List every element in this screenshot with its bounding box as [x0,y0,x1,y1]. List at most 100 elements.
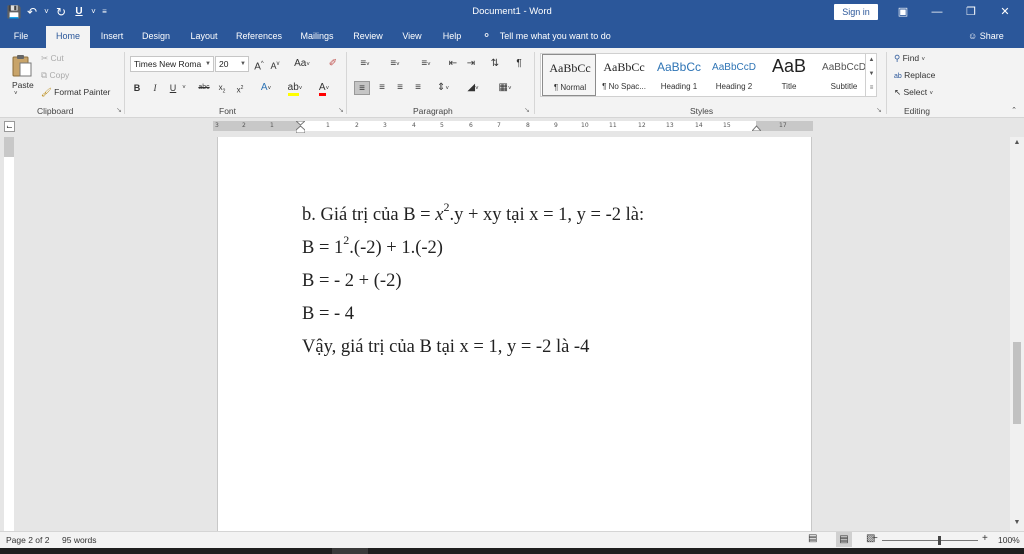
indent-marker-icon[interactable] [296,121,305,133]
underline-icon[interactable]: U [168,81,178,95]
share-button[interactable]: ☺ Share [968,25,1004,48]
scroll-up-icon[interactable]: ▲ [1010,139,1024,146]
decrease-indent-icon[interactable]: ⇤ [446,57,460,71]
restore-icon[interactable]: ❐ [956,2,986,22]
zoom-level[interactable]: 100% [998,535,1020,545]
superscript-icon[interactable]: x2 [234,81,246,95]
italic-icon[interactable]: I [150,81,160,95]
style-title[interactable]: AaB Title [762,54,816,96]
ribbon-tabs: File Home Insert Design Layout Reference… [0,25,1024,48]
styles-launcher-icon[interactable]: ↘ [876,107,884,115]
style-heading-1[interactable]: AaBbCc Heading 1 [652,54,706,96]
subscript-icon[interactable]: x2 [216,81,228,95]
styles-scroll[interactable]: ▲ ▼ ≡ [865,53,877,97]
multilevel-list-icon[interactable]: ≡˅ [414,57,438,71]
zoom-slider-track[interactable] [882,540,978,541]
tab-design[interactable]: Design [138,25,174,48]
zoom-out-button[interactable]: − [872,533,878,544]
minimize-icon[interactable]: — [922,2,952,22]
taskbar [0,548,1024,554]
zoom-in-button[interactable]: + [982,533,988,544]
align-left-icon[interactable]: ≡ [354,81,370,95]
show-formatting-icon[interactable]: ¶ [512,57,526,71]
sort-icon[interactable]: ⇅ [488,57,502,71]
tab-insert[interactable]: Insert [96,25,128,48]
font-size-dropdown[interactable]: 20 ▼ [215,56,249,72]
scroll-down-icon[interactable]: ▼ [1010,519,1024,526]
bold-icon[interactable]: B [132,81,142,95]
style-subtitle[interactable]: AaBbCcD Subtitle [817,54,871,96]
shading-icon[interactable]: ◢˅ [462,81,484,95]
bullets-icon[interactable]: ≡˅ [354,57,376,71]
style-name: Subtitle [830,82,858,91]
horizontal-ruler[interactable]: 3 2 1 1 2 3 4 5 6 7 8 9 10 11 12 13 14 1… [213,121,813,133]
page-count[interactable]: Page 2 of 2 [6,535,49,545]
taskbar-active-item[interactable] [332,548,368,554]
zoom-slider-thumb[interactable] [938,536,941,545]
justify-icon[interactable]: ≡ [410,81,426,95]
tab-layout[interactable]: Layout [186,25,222,48]
paragraph-launcher-icon[interactable]: ↘ [524,107,532,115]
shrink-font-icon[interactable]: Av [268,57,282,71]
increase-indent-icon[interactable]: ⇥ [464,57,478,71]
highlight-icon[interactable]: ab˅ [284,81,306,96]
scroll-thumb[interactable] [1013,342,1021,424]
font-family-dropdown[interactable]: Times New Roma ▼ [130,56,214,72]
paintbrush-icon: 🖌 [41,87,52,97]
chevron-up-icon[interactable]: ▲ [866,53,877,67]
tab-file[interactable]: File [6,25,36,48]
paste-button-label[interactable]: Paste [12,80,34,90]
select-button[interactable]: ↖ Select ˅ [894,87,933,98]
numbering-icon[interactable]: ≡˅ [384,57,406,71]
clipboard-launcher-icon[interactable]: ↘ [116,107,124,115]
line-spacing-icon[interactable]: ⇕˅ [432,81,454,95]
grow-font-icon[interactable]: A^ [252,57,266,72]
chevron-down-icon[interactable]: ▼ [866,67,877,81]
tab-selector-icon[interactable]: ⌙ [4,121,15,132]
collapse-ribbon-icon[interactable]: ⌃ [1008,104,1020,118]
vertical-scrollbar[interactable]: ▲ ▼ [1010,137,1024,531]
align-right-icon[interactable]: ≡ [392,81,408,95]
align-center-icon[interactable]: ≡ [374,81,390,95]
tab-view[interactable]: View [398,25,426,48]
search-icon: ⚲ [894,53,901,63]
style-no-spacing[interactable]: AaBbCc ¶ No Spac... [597,54,651,96]
borders-icon[interactable]: ▦˅ [494,81,516,95]
find-button[interactable]: ⚲ Find ˅ [894,53,925,64]
clear-formatting-icon[interactable]: ✐ [326,57,340,71]
ribbon-display-icon[interactable]: ▣ [888,2,918,22]
strikethrough-icon[interactable]: abc [196,81,212,95]
text-effects-icon[interactable]: A˅ [256,81,276,95]
focus-mode-icon[interactable]: ▤ [808,533,817,544]
sign-in-button[interactable]: Sign in [834,4,878,20]
tab-home[interactable]: Home [46,26,90,48]
word-count[interactable]: 95 words [62,535,97,545]
font-launcher-icon[interactable]: ↘ [338,107,346,115]
document-page[interactable]: b. Giá trị của B = x2.y + xy tại x = 1, … [217,137,812,531]
tab-mailings[interactable]: Mailings [296,25,338,48]
underline-dropdown-icon[interactable]: ˅ [180,81,188,95]
style-heading-2[interactable]: AaBbCcD Heading 2 [707,54,761,96]
tab-help[interactable]: Help [438,25,466,48]
cut-button[interactable]: ✂ Cut [41,53,64,64]
paste-icon[interactable] [10,54,34,78]
close-icon[interactable]: ✕ [990,2,1020,22]
ruler-number: 2 [242,122,246,129]
right-indent-marker-icon[interactable] [752,123,761,131]
copy-button[interactable]: ⧉ Copy [41,70,69,81]
format-painter-button[interactable]: 🖌 Format Painter [41,87,110,98]
tab-review[interactable]: Review [350,25,386,48]
style-normal[interactable]: AaBbCc ¶ Normal [542,54,596,96]
print-layout-icon[interactable]: ▤ [836,532,852,547]
style-sample: AaB [771,56,807,76]
ruler-number: 10 [581,122,589,129]
tell-me-search[interactable]: ⚬ Tell me what you want to do [482,25,611,48]
change-case-icon[interactable]: Aa˅ [291,57,313,71]
paste-dropdown-icon[interactable]: ˅ [14,91,18,97]
tab-references[interactable]: References [232,25,286,48]
more-styles-icon[interactable]: ≡ [866,81,877,95]
font-color-icon[interactable]: A˅ [314,81,334,96]
replace-button[interactable]: ab Replace [894,70,935,80]
ruler-number: 1 [326,122,330,129]
vertical-ruler[interactable] [4,137,14,531]
